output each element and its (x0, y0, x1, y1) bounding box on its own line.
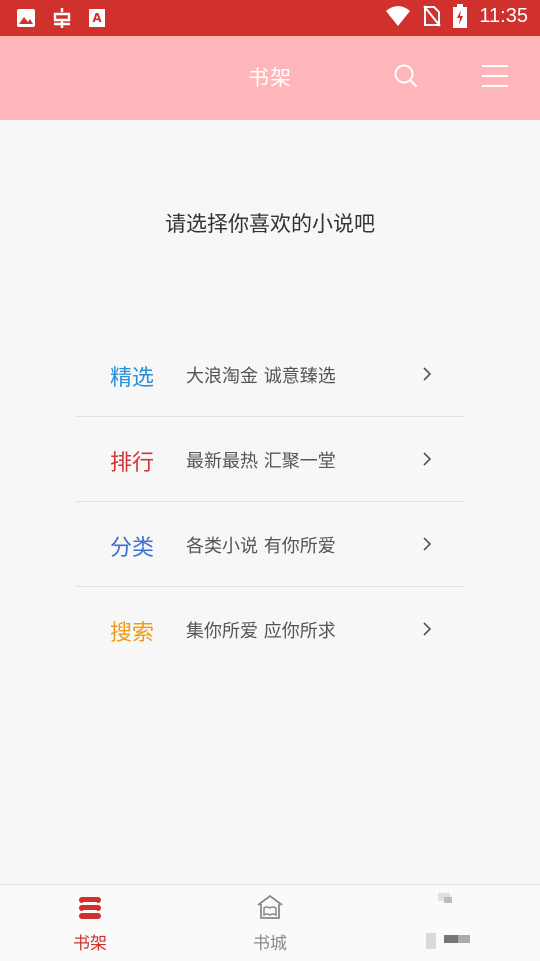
bug-icon (53, 8, 71, 28)
tab-bookshelf[interactable]: 书架 (0, 885, 180, 961)
bottom-nav: 书架 书城 (0, 884, 540, 961)
status-bar-left: A (16, 6, 106, 30)
chevron-right-icon (423, 367, 432, 381)
blurred-icon (436, 893, 464, 921)
search-icon (394, 64, 418, 88)
tab-label: 书城 (253, 934, 287, 954)
menu-item-desc: 大浪淘金 诚意臻选 (186, 366, 336, 387)
wifi-icon (386, 6, 411, 26)
status-bar-right: 11:35 (385, 4, 528, 28)
bookstore-icon (257, 894, 283, 919)
tab-label: 书架 (73, 934, 107, 954)
menu-item-ranking[interactable]: 排行 最新最热 汇聚一堂 (75, 417, 465, 502)
chevron-right-icon (423, 537, 432, 551)
text-a-icon: A (89, 9, 105, 27)
page-title: 书架 (248, 66, 292, 90)
status-time: 11:35 (479, 4, 528, 27)
search-button[interactable] (392, 62, 420, 90)
menu-item-search[interactable]: 搜索 集你所爱 应你所求 (75, 587, 465, 671)
menu-item-desc: 最新最热 汇聚一堂 (186, 451, 336, 472)
tab-bookstore[interactable]: 书城 (180, 885, 360, 961)
blurred-label (426, 931, 476, 951)
menu-button[interactable] (480, 63, 510, 89)
battery-charging-icon (453, 4, 468, 28)
status-bar: A 11:35 (0, 0, 540, 36)
no-sim-icon (423, 5, 442, 27)
menu-item-title: 分类 (110, 536, 155, 561)
prompt-text: 请选择你喜欢的小说吧 (165, 212, 375, 236)
chevron-right-icon (423, 452, 432, 466)
menu-item-desc: 各类小说 有你所爱 (186, 536, 336, 557)
menu-item-categories[interactable]: 分类 各类小说 有你所爱 (75, 502, 465, 587)
image-icon (17, 9, 35, 27)
menu-item-desc: 集你所爱 应你所求 (186, 621, 336, 642)
menu-item-featured[interactable]: 精选 大浪淘金 诚意臻选 (75, 332, 465, 417)
menu-item-title: 排行 (110, 451, 155, 476)
bookshelf-icon (79, 897, 101, 919)
menu-item-title: 搜索 (110, 621, 155, 646)
tab-blurred[interactable] (360, 885, 540, 961)
menu-icon (482, 65, 508, 87)
category-menu: 精选 大浪淘金 诚意臻选 排行 最新最热 汇聚一堂 分类 各类小说 有你所爱 搜… (75, 332, 465, 671)
menu-item-title: 精选 (110, 366, 155, 391)
chevron-right-icon (423, 622, 432, 636)
svg-text:A: A (92, 11, 102, 25)
app-bar: 书架 (0, 36, 540, 120)
